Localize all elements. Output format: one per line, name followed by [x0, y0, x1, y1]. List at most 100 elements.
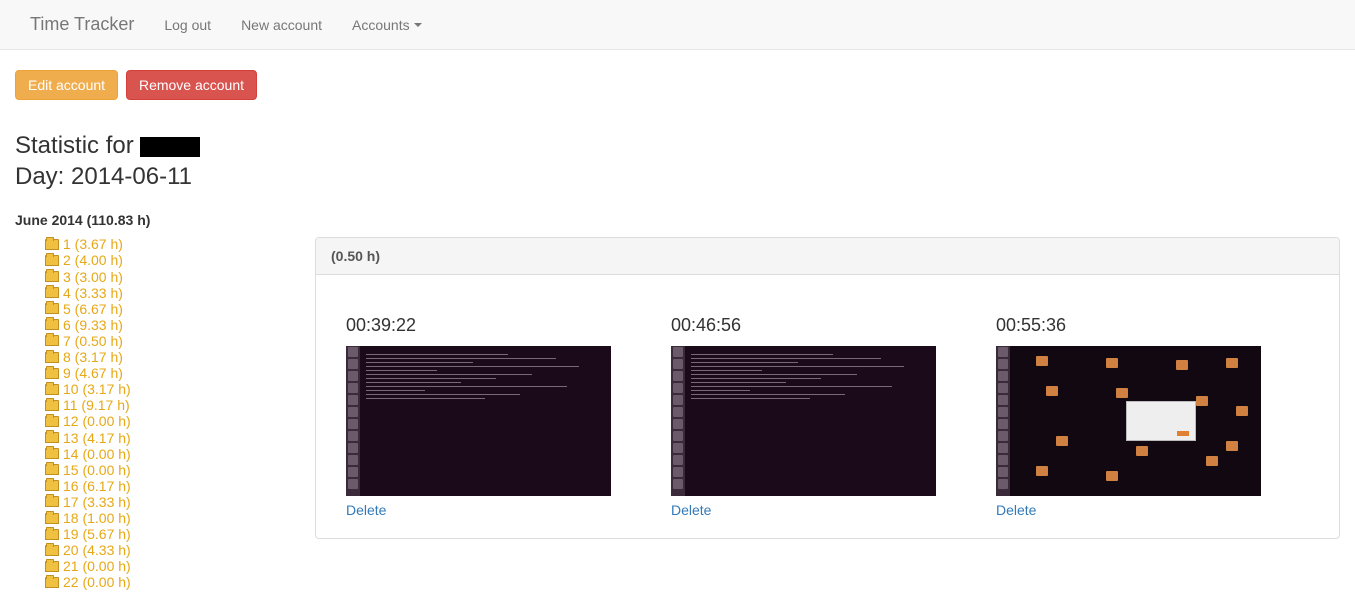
day-link[interactable]: 13 (4.17 h) — [63, 430, 131, 446]
navbar: Time Tracker Log out New account Account… — [0, 0, 1355, 50]
folder-icon — [45, 303, 59, 314]
folder-icon — [45, 577, 59, 588]
day-link[interactable]: 10 (3.17 h) — [63, 381, 131, 397]
day-link[interactable]: 22 (0.00 h) — [63, 574, 131, 590]
day-list-item: 15 (0.00 h) — [45, 462, 295, 478]
screenshot-item: 00:55:36 Delete — [996, 315, 1261, 518]
day-link[interactable]: 1 (3.67 h) — [63, 236, 123, 252]
folder-icon — [45, 529, 59, 540]
folder-icon — [45, 496, 59, 507]
day-list-item: 13 (4.17 h) — [45, 430, 295, 446]
day-link[interactable]: 7 (0.50 h) — [63, 333, 123, 349]
logout-link[interactable]: Log out — [149, 17, 226, 33]
day-link[interactable]: 8 (3.17 h) — [63, 349, 123, 365]
folder-icon — [45, 480, 59, 491]
folder-icon — [45, 561, 59, 572]
day-list-item: 12 (0.00 h) — [45, 413, 295, 429]
folder-icon — [45, 400, 59, 411]
statistic-prefix: Statistic for — [15, 132, 140, 159]
day-list-item: 11 (9.17 h) — [45, 397, 295, 413]
screenshot-timestamp: 00:39:22 — [346, 315, 611, 336]
redacted-username — [140, 137, 200, 157]
folder-icon — [45, 416, 59, 427]
day-link[interactable]: 9 (4.67 h) — [63, 365, 123, 381]
terminal-content-icon — [691, 354, 928, 402]
heading-date: 2014-06-11 — [71, 163, 192, 190]
day-link[interactable]: 18 (1.00 h) — [63, 510, 131, 526]
folder-icon — [45, 352, 59, 363]
day-link[interactable]: 4 (3.33 h) — [63, 285, 123, 301]
day-link[interactable]: 11 (9.17 h) — [63, 397, 130, 413]
screenshot-timestamp: 00:46:56 — [671, 315, 936, 336]
delete-link[interactable]: Delete — [346, 502, 386, 518]
folder-icon — [45, 319, 59, 330]
sidebar: June 2014 (110.83 h) 1 (3.67 h)2 (4.00 h… — [15, 212, 295, 590]
thumb-launcher-icon — [671, 346, 685, 496]
day-link[interactable]: 5 (6.67 h) — [63, 301, 123, 317]
delete-link[interactable]: Delete — [996, 502, 1036, 518]
day-link[interactable]: 6 (9.33 h) — [63, 317, 123, 333]
screenshot-item: 00:39:22 Delete — [346, 315, 611, 518]
folder-icon — [45, 335, 59, 346]
delete-link[interactable]: Delete — [671, 502, 711, 518]
day-link[interactable]: 20 (4.33 h) — [63, 542, 131, 558]
edit-account-button[interactable]: Edit account — [15, 70, 118, 100]
folder-icon — [45, 255, 59, 266]
day-link[interactable]: 3 (3.00 h) — [63, 269, 123, 285]
day-link[interactable]: 14 (0.00 h) — [63, 446, 131, 462]
thumb-launcher-icon — [346, 346, 360, 496]
folder-icon — [45, 545, 59, 556]
day-link[interactable]: 19 (5.67 h) — [63, 526, 131, 542]
day-list-item: 1 (3.67 h) — [45, 236, 295, 252]
caret-down-icon — [414, 23, 422, 27]
day-link[interactable]: 17 (3.33 h) — [63, 494, 131, 510]
screenshot-item: 00:46:56 Delete — [671, 315, 936, 518]
day-link[interactable]: 12 (0.00 h) — [63, 413, 131, 429]
remove-account-button[interactable]: Remove account — [126, 70, 257, 100]
desktop-icons-group — [996, 346, 1261, 496]
screenshot-thumbnail[interactable] — [996, 346, 1261, 496]
folder-icon — [45, 287, 59, 298]
day-link[interactable]: 15 (0.00 h) — [63, 462, 131, 478]
day-link[interactable]: 2 (4.00 h) — [63, 252, 123, 268]
page-heading: Statistic for Day: 2014-06-11 — [15, 130, 1340, 192]
screenshot-thumbnail[interactable] — [671, 346, 936, 496]
day-list-item: 8 (3.17 h) — [45, 349, 295, 365]
day-list-item: 10 (3.17 h) — [45, 381, 295, 397]
dialog-window-icon — [1126, 401, 1196, 441]
screenshot-thumbnail[interactable] — [346, 346, 611, 496]
content-panel: (0.50 h) 00:39:22Delete00:46:56Delete00:… — [315, 237, 1340, 539]
day-list-item: 6 (9.33 h) — [45, 317, 295, 333]
day-link[interactable]: 16 (6.17 h) — [63, 478, 131, 494]
folder-icon — [45, 239, 59, 250]
folder-icon — [45, 271, 59, 282]
folder-icon — [45, 448, 59, 459]
new-account-link[interactable]: New account — [226, 17, 337, 33]
panel-body: 00:39:22 Delete 00:46:56 Delete 00:55:36 Dele… — [316, 275, 1339, 538]
day-list-item: 20 (4.33 h) — [45, 542, 295, 558]
day-list-item: 19 (5.67 h) — [45, 526, 295, 542]
day-list-item: 5 (6.67 h) — [45, 301, 295, 317]
day-list-item: 14 (0.00 h) — [45, 446, 295, 462]
accounts-dropdown[interactable]: Accounts — [337, 17, 437, 33]
day-list: 1 (3.67 h)2 (4.00 h)3 (3.00 h)4 (3.33 h)… — [15, 236, 295, 590]
day-prefix: Day: — [15, 163, 71, 190]
accounts-label: Accounts — [352, 17, 410, 33]
day-list-item: 4 (3.33 h) — [45, 285, 295, 301]
folder-icon — [45, 384, 59, 395]
month-title[interactable]: June 2014 (110.83 h) — [15, 212, 295, 228]
screenshot-timestamp: 00:55:36 — [996, 315, 1261, 336]
folder-icon — [45, 432, 59, 443]
day-link[interactable]: 21 (0.00 h) — [63, 558, 131, 574]
day-list-item: 18 (1.00 h) — [45, 510, 295, 526]
day-list-item: 9 (4.67 h) — [45, 365, 295, 381]
day-list-item: 3 (3.00 h) — [45, 269, 295, 285]
terminal-content-icon — [366, 354, 603, 402]
folder-icon — [45, 368, 59, 379]
day-list-item: 16 (6.17 h) — [45, 478, 295, 494]
brand-link[interactable]: Time Tracker — [15, 14, 149, 35]
day-list-item: 17 (3.33 h) — [45, 494, 295, 510]
day-list-item: 7 (0.50 h) — [45, 333, 295, 349]
action-buttons: Edit account Remove account — [15, 70, 1340, 110]
panel-heading: (0.50 h) — [316, 238, 1339, 275]
